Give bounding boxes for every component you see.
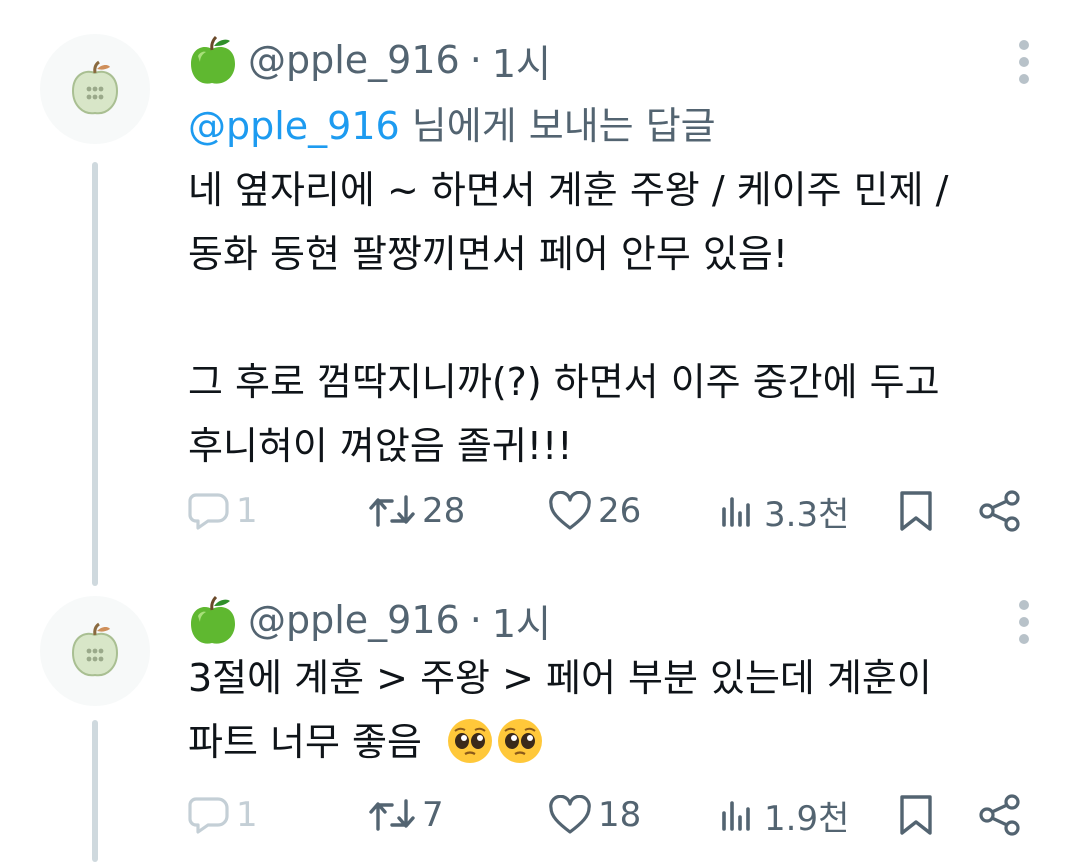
tweet-text: 3절에 계훈 > 주왕 > 페어 부분 있는데 계훈이 파트 너무 좋음 — [188, 646, 1020, 774]
avatar[interactable] — [40, 34, 150, 144]
tweet-line-with-emoji: 파트 너무 좋음 — [188, 710, 1020, 774]
bookmark-icon — [900, 491, 932, 531]
reply-icon — [188, 493, 229, 530]
green-apple-emoji-icon — [191, 595, 235, 644]
share-icon — [979, 490, 1020, 532]
apple-avatar-icon — [71, 622, 119, 677]
tweet-header: @pple_916 · 1시 — [188, 30, 551, 90]
reply-icon — [188, 797, 229, 834]
share-button[interactable] — [978, 790, 1022, 840]
bookmark-icon — [900, 795, 932, 835]
reply-button[interactable]: 1 — [188, 790, 258, 840]
retweet-icon — [369, 799, 415, 831]
more-icon[interactable] — [1012, 600, 1036, 644]
like-button[interactable]: 18 — [548, 790, 641, 840]
green-apple-emoji-icon — [191, 35, 235, 84]
reply-count: 1 — [236, 795, 258, 835]
apple-avatar-icon — [71, 60, 119, 115]
heart-icon — [549, 491, 591, 530]
separator-dot: · — [469, 38, 482, 82]
user-handle[interactable]: @pple_916 — [248, 38, 460, 82]
like-button[interactable]: 26 — [548, 486, 641, 536]
tweet-text: 네 옆자리에 ~ 하면서 계훈 주왕 / 케이주 민제 / 동화 동현 팔짱끼면… — [188, 158, 1020, 478]
pleading-face-emoji-icon — [498, 718, 543, 763]
views-icon — [722, 497, 750, 527]
retweet-button[interactable]: 28 — [368, 486, 465, 536]
like-count: 18 — [598, 795, 642, 835]
user-handle[interactable]: @pple_916 — [248, 598, 460, 642]
tweet-line: 네 옆자리에 ~ 하면서 계훈 주왕 / 케이주 민제 / — [188, 168, 949, 212]
retweet-count: 28 — [422, 491, 466, 531]
reply-button[interactable]: 1 — [188, 486, 258, 536]
share-icon — [979, 794, 1020, 836]
bookmark-button[interactable] — [898, 486, 934, 536]
replying-to: @pple_916 님에게 보내는 답글 — [188, 95, 716, 150]
heart-icon — [549, 795, 591, 834]
timestamp[interactable]: 1시 — [492, 33, 551, 88]
timestamp[interactable]: 1시 — [492, 593, 551, 648]
tweet[interactable]: @pple_916 · 1시 @pple_916 님에게 보내는 답글 네 옆자… — [0, 0, 1080, 586]
tweet-line: 동화 동현 팔짱끼면서 페어 안무 있음! — [188, 232, 789, 276]
views-count: 3.3천 — [764, 494, 850, 535]
tweet-line: 파트 너무 좋음 — [188, 720, 422, 764]
like-count: 26 — [598, 491, 642, 531]
retweet-button[interactable]: 7 — [368, 790, 444, 840]
more-icon[interactable] — [1012, 40, 1036, 84]
bookmark-button[interactable] — [898, 790, 934, 840]
pleading-face-emoji-icon — [448, 718, 493, 763]
tweet-line: 후니혀이 껴앉음 졸귀!!! — [188, 424, 573, 468]
avatar[interactable] — [40, 596, 150, 706]
views-button[interactable]: 1.9천 — [718, 790, 849, 840]
mention-link[interactable]: @pple_916 — [188, 104, 400, 148]
reply-to-suffix: 님에게 보내는 답글 — [399, 104, 716, 148]
thread-line — [92, 720, 98, 862]
thread-line — [92, 162, 98, 586]
tweet-line: 3절에 계훈 > 주왕 > 페어 부분 있는데 계훈이 — [188, 656, 932, 700]
reply-count: 1 — [236, 491, 258, 531]
tweet-actions: 1 28 26 3.3천 — [188, 486, 1038, 536]
views-count: 1.9천 — [764, 798, 850, 839]
tweet-actions: 1 7 18 1.9천 — [188, 790, 1038, 840]
retweet-count: 7 — [422, 795, 444, 835]
tweet-line: 그 후로 껌딱지니까(?) 하면서 이주 중간에 두고 — [188, 360, 940, 404]
views-icon — [722, 801, 750, 831]
tweet-header: @pple_916 · 1시 — [188, 590, 551, 650]
share-button[interactable] — [978, 486, 1022, 536]
retweet-icon — [369, 495, 415, 527]
separator-dot: · — [469, 598, 482, 642]
tweet[interactable]: @pple_916 · 1시 3절에 계훈 > 주왕 > 페어 부분 있는데 계… — [0, 560, 1080, 862]
views-button[interactable]: 3.3천 — [718, 486, 849, 536]
